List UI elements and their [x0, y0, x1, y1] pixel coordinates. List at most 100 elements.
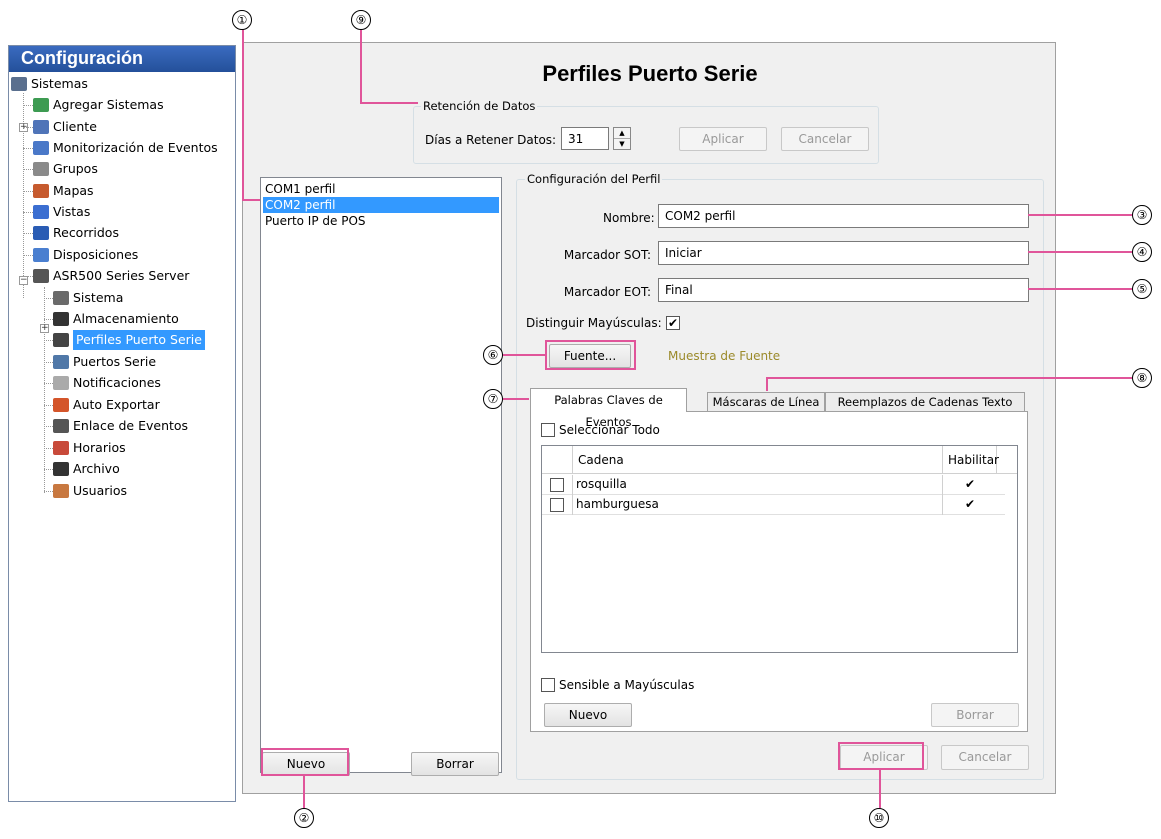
auto-exportar-icon [53, 398, 69, 412]
row-enable-checkbox[interactable]: ✔ [963, 498, 977, 512]
collapse-server-icon[interactable]: − [19, 276, 28, 285]
profile-list-item[interactable]: COM1 perfil [263, 181, 499, 197]
days-spinner[interactable]: ▲ ▼ [613, 127, 631, 150]
sidebar-item-almacenamiento[interactable]: Almacenamiento [44, 309, 179, 329]
config-sidebar: Configuración + − + Sistemas Agregar Sist… [8, 45, 236, 802]
tab-event-keywords[interactable]: Palabras Claves de Eventos [530, 388, 687, 429]
col-enable-header[interactable]: Habilitar [948, 453, 999, 467]
sidebar-item-label: Auto Exportar [73, 397, 160, 412]
grupos-icon [33, 162, 49, 176]
retention-cancel-button[interactable]: Cancelar [781, 127, 869, 151]
select-all-checkbox[interactable] [541, 423, 555, 437]
spin-up-icon[interactable]: ▲ [614, 128, 630, 138]
sidebar-item-label: Cliente [53, 119, 97, 134]
profile-list[interactable]: COM1 perfil COM2 perfil Puerto IP de POS [260, 177, 502, 773]
leader-5 [1028, 288, 1132, 290]
sidebar-item-label: Mapas [53, 183, 94, 198]
mapas-icon [33, 184, 49, 198]
profile-list-item[interactable]: Puerto IP de POS [263, 213, 499, 229]
tab-string-replacements[interactable]: Reemplazos de Cadenas Texto [825, 392, 1025, 412]
leader-8 [766, 377, 1132, 379]
sidebar-item-archivo[interactable]: Archivo [44, 459, 120, 479]
sidebar-item-notificaciones[interactable]: Notificaciones [44, 373, 161, 393]
name-input[interactable]: COM2 perfil [658, 204, 1029, 228]
table-header: Cadena Habilitar [542, 446, 1017, 474]
callout-4: ④ [1132, 242, 1152, 262]
leader-3 [1028, 214, 1132, 216]
days-label: Días a Retener Datos: [425, 133, 557, 147]
row-select-checkbox[interactable] [550, 478, 564, 492]
callout-5: ⑤ [1132, 279, 1152, 299]
callout-3: ③ [1132, 205, 1152, 225]
retention-apply-button[interactable]: Aplicar [679, 127, 767, 151]
sidebar-item-horarios[interactable]: Horarios [44, 438, 126, 458]
sidebar-title: Configuración [9, 46, 235, 72]
sidebar-item-asr500-series-server[interactable]: ASR500 Series Server [23, 266, 189, 286]
sot-label: Marcador SOT: [563, 248, 651, 262]
sidebar-item-auto-exportar[interactable]: Auto Exportar [44, 395, 160, 415]
callout-6: ⑥ [483, 345, 503, 365]
keyword-new-button[interactable]: Nuevo [544, 703, 632, 727]
keyword-table: Cadena Habilitar rosquilla ✔ hamburguesa ✔ [541, 445, 1018, 653]
main-panel: Perfiles Puerto Serie Retención de Datos… [242, 42, 1056, 794]
sidebar-item-label: Grupos [53, 161, 98, 176]
puertos-serie-icon [53, 355, 69, 369]
asr500-series-server-icon [33, 269, 49, 283]
sidebar-item-grupos[interactable]: Grupos [23, 159, 98, 179]
sidebar-item-label: Recorridos [53, 225, 119, 240]
row-select-checkbox[interactable] [550, 498, 564, 512]
leader-1 [242, 29, 244, 199]
days-input[interactable]: 31 [561, 127, 609, 150]
sidebar-item-monitorizacion-de-eventos[interactable]: Monitorización de Eventos [23, 138, 218, 158]
spin-down-icon[interactable]: ▼ [614, 138, 630, 149]
sidebar-item-label: Agregar Sistemas [53, 97, 164, 112]
sidebar-item-cliente[interactable]: Cliente [23, 117, 97, 137]
callout-7: ⑦ [483, 389, 503, 409]
table-row[interactable]: rosquilla ✔ [542, 475, 1005, 495]
highlight-font [545, 340, 636, 370]
keyword-delete-button[interactable]: Borrar [931, 703, 1019, 727]
eot-input[interactable]: Final [658, 278, 1029, 302]
profile-delete-button[interactable]: Borrar [411, 752, 499, 776]
case-sensitive-checkbox[interactable] [541, 678, 555, 692]
table-row[interactable]: hamburguesa ✔ [542, 495, 1005, 515]
row-enable-checkbox[interactable]: ✔ [963, 478, 977, 492]
sidebar-item-agregar-sistemas[interactable]: Agregar Sistemas [23, 95, 164, 115]
row-string: rosquilla [576, 477, 627, 491]
font-sample: Muestra de Fuente [668, 349, 781, 363]
disposiciones-icon [33, 248, 49, 262]
col-string-header[interactable]: Cadena [578, 453, 624, 467]
sidebar-item-label: Horarios [73, 440, 126, 455]
sidebar-item-puertos-serie[interactable]: Puertos Serie [44, 352, 156, 372]
sidebar-item-recorridos[interactable]: Recorridos [23, 223, 119, 243]
sidebar-item-label: Notificaciones [73, 375, 161, 390]
config-cancel-button[interactable]: Cancelar [941, 745, 1029, 770]
sot-input[interactable]: Iniciar [658, 241, 1029, 265]
sidebar-item-disposiciones[interactable]: Disposiciones [23, 245, 138, 265]
sidebar-item-sistema[interactable]: Sistema [44, 288, 123, 308]
profile-list-item[interactable]: COM2 perfil [263, 197, 499, 213]
leader-6 [503, 354, 545, 356]
expand-sistema-icon[interactable]: + [40, 324, 49, 333]
sidebar-item-label: Enlace de Eventos [73, 418, 189, 433]
agregar-sistemas-icon [33, 98, 49, 112]
notificaciones-icon [53, 376, 69, 390]
case-checkbox[interactable]: ✔ [666, 316, 680, 330]
sidebar-item-usuarios[interactable]: Usuarios [44, 481, 128, 501]
case-sensitive-label: Sensible a Mayúsculas [559, 678, 695, 692]
sidebar-item-label: Sistemas [31, 76, 88, 91]
sidebar-item-vistas[interactable]: Vistas [23, 202, 90, 222]
sidebar-item-sistemas[interactable]: Sistemas [11, 74, 88, 94]
sidebar-item-label: Usuarios [73, 483, 128, 498]
sidebar-item-enlace-de-eventos[interactable]: Enlace de Eventos [44, 416, 189, 436]
usuarios-icon [53, 484, 69, 498]
sidebar-item-label: Monitorización de Eventos [53, 140, 218, 155]
highlight-apply [838, 742, 924, 770]
sidebar-item-label: Almacenamiento [73, 311, 179, 326]
callout-10: ⑩ [869, 808, 889, 828]
tab-line-masks[interactable]: Máscaras de Línea [707, 392, 825, 412]
leader-9 [360, 29, 362, 103]
sidebar-item-mapas[interactable]: Mapas [23, 181, 94, 201]
sidebar-item-label: Perfiles Puerto Serie [73, 330, 205, 350]
sidebar-item-perfiles-puerto-serie[interactable]: Perfiles Puerto Serie [44, 330, 205, 350]
